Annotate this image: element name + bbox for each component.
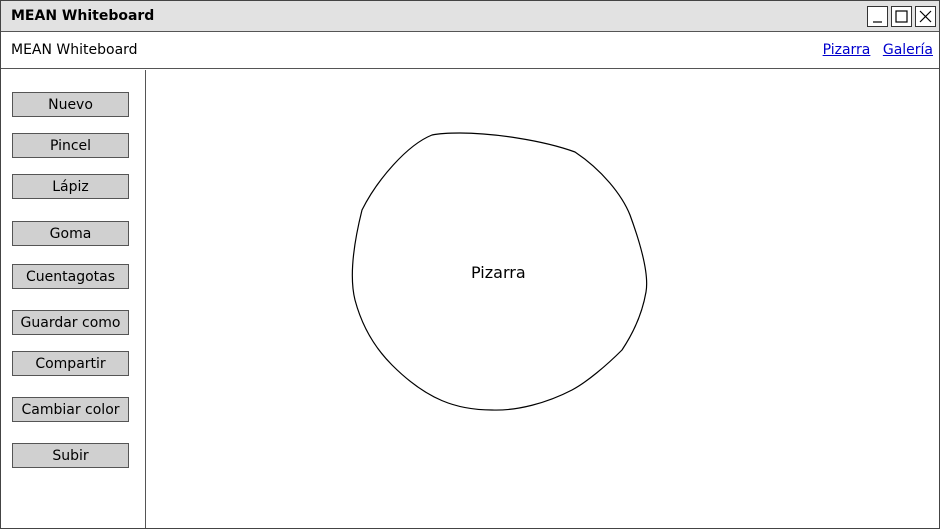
goma-button[interactable]: Goma xyxy=(12,221,129,246)
close-icon xyxy=(919,10,932,23)
pincel-button[interactable]: Pincel xyxy=(12,133,129,158)
nav-link-pizarra[interactable]: Pizarra xyxy=(823,42,871,58)
drawn-shape xyxy=(351,132,648,411)
lapiz-button[interactable]: Lápiz xyxy=(12,174,129,199)
canvas-label: Pizarra xyxy=(471,263,526,282)
tool-sidebar: Nuevo Pincel Lápiz Goma Cuentagotas Guar… xyxy=(1,70,146,528)
minimize-icon xyxy=(873,21,882,23)
nav-link-galeria[interactable]: Galería xyxy=(883,42,933,58)
app-window: MEAN Whiteboard MEAN Whiteboard Pizarra … xyxy=(0,0,940,529)
cambiar-color-button[interactable]: Cambiar color xyxy=(12,397,129,422)
nuevo-button[interactable]: Nuevo xyxy=(12,92,129,117)
maximize-button[interactable] xyxy=(891,6,912,27)
subir-button[interactable]: Subir xyxy=(12,443,129,468)
maximize-icon xyxy=(895,10,908,23)
cuentagotas-button[interactable]: Cuentagotas xyxy=(12,264,129,289)
close-button[interactable] xyxy=(915,6,936,27)
window-title: MEAN Whiteboard xyxy=(11,8,155,24)
menu-bar: MEAN Whiteboard Pizarra Galería xyxy=(1,33,939,69)
app-name: MEAN Whiteboard xyxy=(11,42,138,58)
guardar-como-button[interactable]: Guardar como xyxy=(12,310,129,335)
nav-links: Pizarra Galería xyxy=(815,42,933,58)
minimize-button[interactable] xyxy=(867,6,888,27)
title-bar: MEAN Whiteboard xyxy=(1,1,939,32)
compartir-button[interactable]: Compartir xyxy=(12,351,129,376)
whiteboard-canvas[interactable]: Pizarra xyxy=(147,70,939,528)
